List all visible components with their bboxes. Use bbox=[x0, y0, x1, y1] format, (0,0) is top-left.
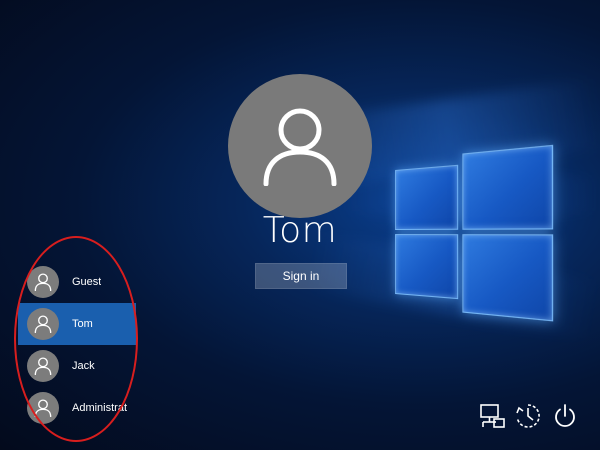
user-item-tom[interactable]: Tom bbox=[18, 303, 136, 345]
sign-in-button[interactable]: Sign in bbox=[255, 263, 347, 289]
user-item-jack[interactable]: Jack bbox=[18, 345, 136, 387]
lock-screen: Tom Sign in Guest Tom Jack Administrat bbox=[0, 0, 600, 450]
user-item-guest[interactable]: Guest bbox=[18, 261, 136, 303]
user-name: Tom bbox=[72, 318, 93, 330]
network-icon[interactable] bbox=[478, 402, 506, 430]
windows-logo-pane bbox=[395, 164, 459, 230]
user-icon bbox=[34, 315, 52, 333]
power-icon[interactable] bbox=[551, 402, 579, 430]
user-icon bbox=[263, 108, 337, 186]
user-icon bbox=[34, 399, 52, 417]
user-avatar bbox=[27, 392, 59, 424]
user-avatar bbox=[27, 350, 59, 382]
user-name: Jack bbox=[72, 360, 95, 372]
user-list: Guest Tom Jack Administrat bbox=[18, 261, 136, 429]
user-name: Administrat bbox=[72, 402, 128, 414]
user-icon bbox=[34, 273, 52, 291]
windows-logo-pane bbox=[395, 234, 459, 300]
main-user-avatar bbox=[228, 74, 372, 218]
windows-logo-pane bbox=[462, 144, 554, 230]
windows-logo bbox=[395, 144, 556, 322]
main-user-name: Tom bbox=[262, 210, 338, 251]
user-avatar bbox=[27, 266, 59, 298]
windows-logo-pane bbox=[462, 234, 554, 322]
user-avatar bbox=[27, 308, 59, 340]
user-item-administrator[interactable]: Administrat bbox=[18, 387, 136, 429]
user-name: Guest bbox=[72, 276, 102, 288]
user-icon bbox=[34, 357, 52, 375]
ease-of-access-icon[interactable] bbox=[514, 402, 542, 430]
